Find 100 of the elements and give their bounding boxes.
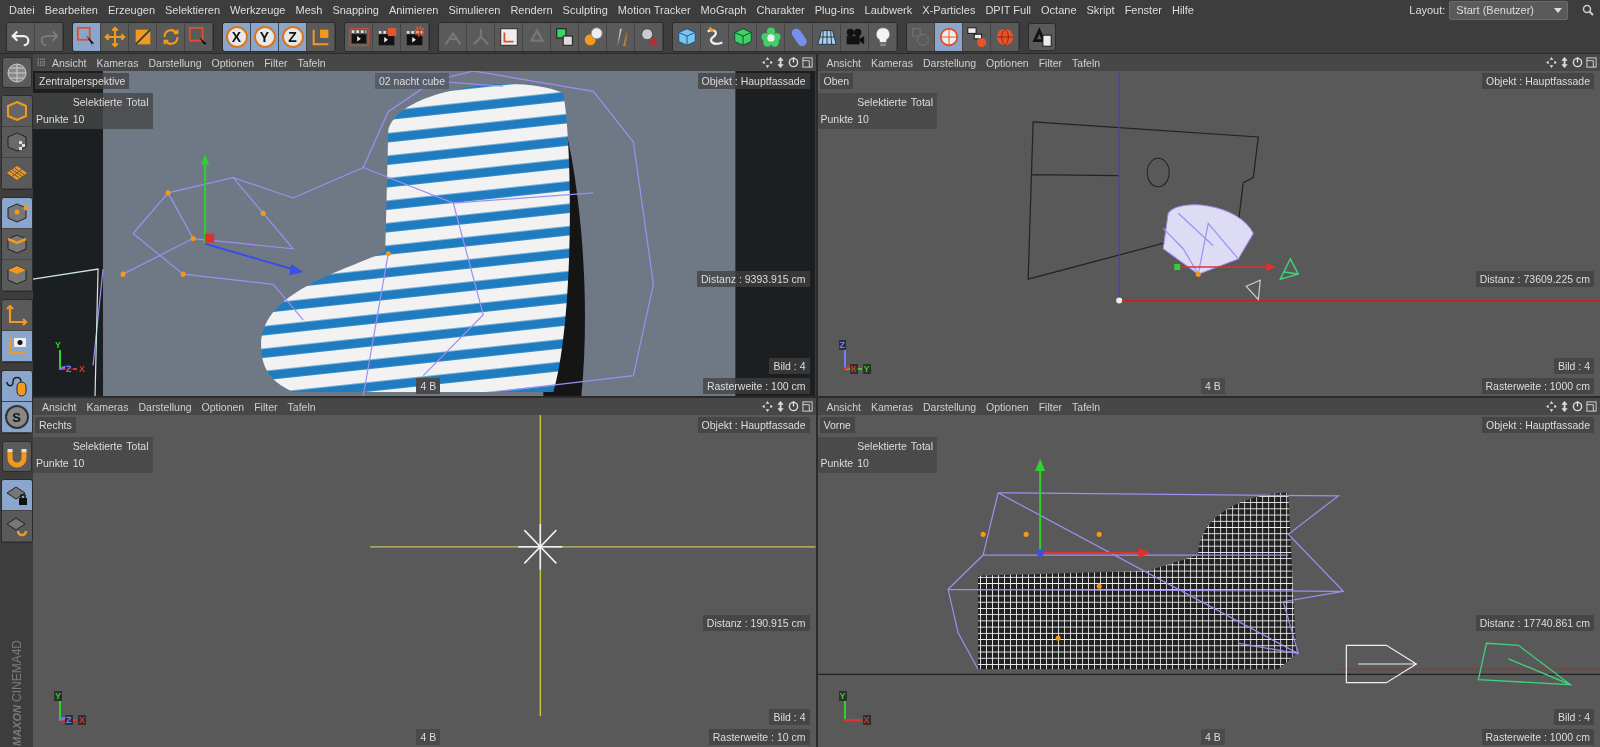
view-menu-item[interactable]: Tafeln: [1067, 56, 1106, 69]
tiled-cube-button[interactable]: [1, 127, 32, 158]
rotate-arrows-button[interactable]: [157, 22, 185, 51]
view-menu-item[interactable]: Filter: [249, 400, 283, 413]
view-menu-item[interactable]: Kameras: [81, 400, 134, 413]
menu-item[interactable]: Plug-ins: [809, 4, 860, 16]
clapperboard-button[interactable]: [401, 22, 429, 51]
cube-polygons-button[interactable]: [1, 260, 32, 291]
menu-item[interactable]: Hilfe: [1166, 4, 1199, 16]
grid-lock-button[interactable]: [1, 480, 32, 511]
sphere-cone-button[interactable]: [635, 22, 663, 51]
grid-handle-icon[interactable]: [37, 57, 47, 68]
zoom-icon[interactable]: [1560, 401, 1569, 412]
menu-item[interactable]: Erzeugen: [102, 4, 160, 16]
view-menu-item[interactable]: Darstellung: [143, 56, 207, 69]
maximize-icon[interactable]: [1586, 57, 1597, 68]
menu-item[interactable]: DPIT Full: [980, 4, 1037, 16]
capsule-button[interactable]: [785, 22, 813, 51]
view-menu-item[interactable]: Optionen: [206, 56, 260, 69]
cube-points-button[interactable]: [1, 198, 32, 229]
cube-button[interactable]: [673, 22, 701, 51]
menu-item[interactable]: Motion Tracker: [612, 4, 696, 16]
menu-item[interactable]: Werkzeuge: [225, 4, 291, 16]
orbit-icon[interactable]: [787, 57, 799, 68]
view-menu-item[interactable]: Ansicht: [37, 400, 82, 413]
knife-button[interactable]: [607, 22, 635, 51]
layout-dropdown[interactable]: Start (Benutzer): [1449, 0, 1568, 20]
view-menu-item[interactable]: Darstellung: [917, 56, 982, 69]
menu-item[interactable]: Skript: [1081, 4, 1120, 16]
menu-item[interactable]: Rendern: [505, 4, 558, 16]
view-menu-item[interactable]: Tafeln: [292, 56, 331, 69]
cube-edges-button[interactable]: [1, 229, 32, 260]
cube-button[interactable]: [1, 96, 32, 127]
maximize-icon[interactable]: [801, 401, 813, 412]
menu-item[interactable]: X-Particles: [917, 4, 981, 16]
orbit-icon[interactable]: [1572, 401, 1583, 412]
search-icon[interactable]: [1582, 4, 1594, 16]
orbit-icon[interactable]: [1572, 57, 1583, 68]
clapperboard-button[interactable]: [373, 22, 401, 51]
orbit-icon[interactable]: [787, 401, 799, 412]
rectangle-select-button[interactable]: [185, 22, 213, 51]
zoom-icon[interactable]: [1560, 57, 1569, 68]
cube-stack-button[interactable]: [551, 22, 579, 51]
axis-lock-button[interactable]: Z: [279, 22, 307, 51]
menu-item[interactable]: Simulieren: [443, 4, 506, 16]
menu-item[interactable]: Sculpting: [557, 4, 613, 16]
view-menu-item[interactable]: Filter: [1033, 56, 1068, 69]
scale-button[interactable]: [129, 22, 157, 51]
view-menu-item[interactable]: Filter: [1033, 400, 1068, 413]
floor-grid-button[interactable]: [813, 22, 841, 51]
view-menu-item[interactable]: Kameras: [91, 56, 144, 69]
axis-lock-button[interactable]: X: [223, 22, 251, 51]
view-menu-item[interactable]: Ansicht: [821, 56, 866, 69]
menu-item[interactable]: Laubwerk: [859, 4, 918, 16]
menu-item[interactable]: Octane: [1036, 4, 1082, 16]
mouse-button[interactable]: [1, 371, 32, 402]
menu-item[interactable]: Datei: [4, 4, 40, 16]
maximize-icon[interactable]: [801, 57, 813, 68]
spheres-button[interactable]: [579, 22, 607, 51]
sphere-button[interactable]: [991, 22, 1019, 51]
grid-button[interactable]: [1, 158, 32, 189]
snap-toggle-button[interactable]: S: [1, 402, 32, 433]
hierarchy-button[interactable]: [963, 22, 991, 51]
menu-item[interactable]: Charakter: [751, 4, 810, 16]
pan-icon[interactable]: [761, 57, 773, 68]
maximize-icon[interactable]: [1586, 401, 1597, 412]
menu-item[interactable]: MoGraph: [695, 4, 752, 16]
coordinate-system-button[interactable]: [307, 22, 335, 51]
spline-pen-button[interactable]: [701, 22, 729, 51]
view-menu-item[interactable]: Ansicht: [47, 56, 92, 69]
flower-button[interactable]: [757, 22, 785, 51]
pan-icon[interactable]: [1546, 57, 1557, 68]
zoom-icon[interactable]: [775, 401, 785, 412]
view-menu-item[interactable]: Darstellung: [133, 400, 197, 413]
view-menu-item[interactable]: Kameras: [865, 400, 918, 413]
sphere-grid-button[interactable]: [935, 22, 963, 51]
menu-item[interactable]: Bearbeiten: [39, 4, 103, 16]
cube-button[interactable]: [729, 22, 757, 51]
zoom-icon[interactable]: [775, 57, 785, 68]
light-bulb-button[interactable]: [869, 22, 897, 51]
axis-button[interactable]: [1, 300, 32, 331]
view-menu-item[interactable]: Darstellung: [917, 400, 982, 413]
sphere-wireframe-button[interactable]: [1, 57, 32, 88]
menu-item[interactable]: Animieren: [383, 4, 444, 16]
view-menu-item[interactable]: Tafeln: [282, 400, 321, 413]
view-menu-item[interactable]: Filter: [259, 56, 293, 69]
view-menu-item[interactable]: Tafeln: [1067, 400, 1106, 413]
pan-icon[interactable]: [761, 401, 773, 412]
pan-icon[interactable]: [1546, 401, 1557, 412]
view-menu-item[interactable]: Ansicht: [821, 400, 866, 413]
axis-eye-button[interactable]: [1, 331, 32, 362]
menu-item[interactable]: Snapping: [327, 4, 384, 16]
frame-button[interactable]: [495, 22, 523, 51]
axis-lock-button[interactable]: Y: [251, 22, 279, 51]
recycle-document-button[interactable]: [1028, 22, 1056, 51]
view-menu-item[interactable]: Optionen: [981, 56, 1034, 69]
view-menu-item[interactable]: Optionen: [981, 400, 1034, 413]
menu-item[interactable]: Selektieren: [160, 4, 226, 16]
cursor-select-button[interactable]: [73, 22, 101, 51]
view-menu-item[interactable]: Kameras: [865, 56, 918, 69]
